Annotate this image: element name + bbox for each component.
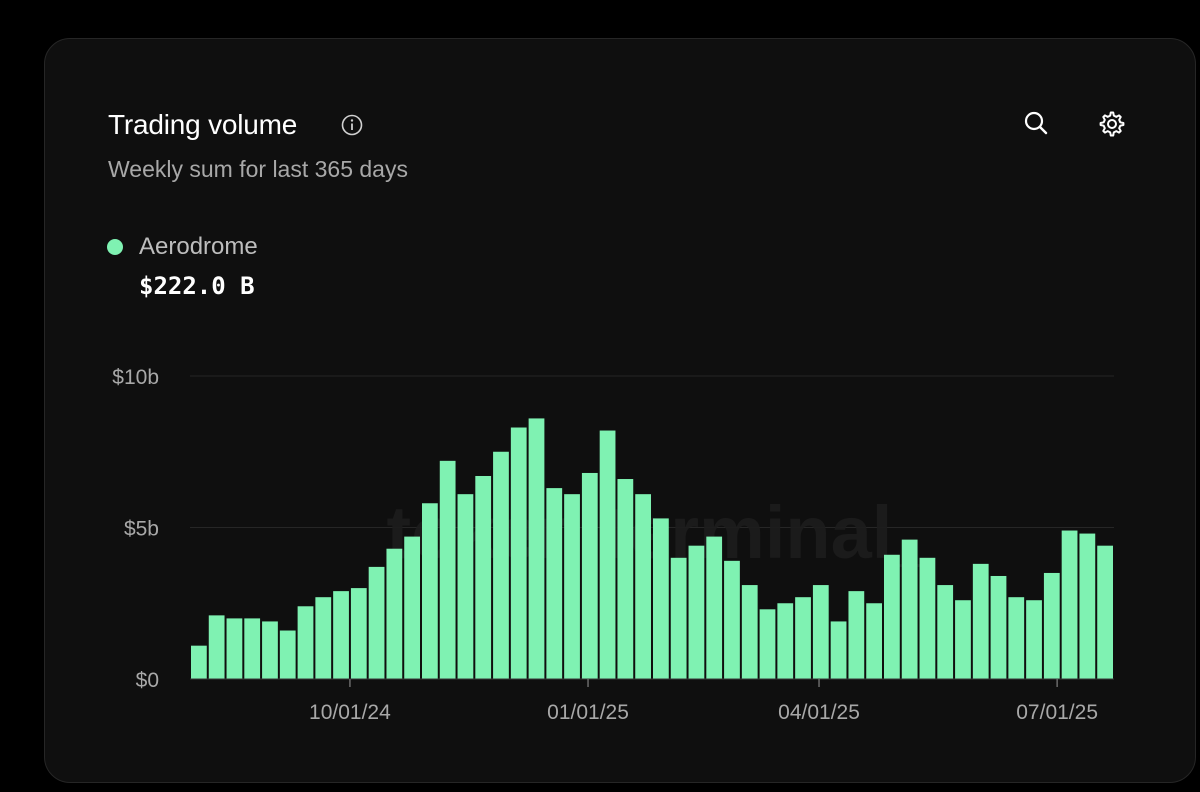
bar[interactable]: [439, 460, 456, 679]
bar[interactable]: [812, 585, 829, 679]
bar[interactable]: [599, 430, 616, 679]
bar[interactable]: [724, 560, 740, 679]
x-tick-label: 10/01/24: [309, 701, 391, 724]
y-tick-label: $5b: [124, 518, 159, 541]
bar[interactable]: [1043, 572, 1060, 679]
bar[interactable]: [759, 609, 776, 679]
bar[interactable]: [528, 418, 545, 679]
bar[interactable]: [617, 479, 634, 679]
bar[interactable]: [884, 554, 900, 679]
bar[interactable]: [777, 603, 794, 679]
bar[interactable]: [475, 475, 492, 679]
bar[interactable]: [1079, 533, 1096, 679]
bar[interactable]: [866, 603, 882, 679]
bar[interactable]: [404, 536, 420, 679]
bar[interactable]: [368, 566, 385, 679]
bar[interactable]: [919, 557, 936, 679]
bar[interactable]: [848, 591, 865, 679]
bar[interactable]: [972, 563, 989, 679]
bar[interactable]: [955, 600, 971, 679]
bar[interactable]: [670, 557, 687, 679]
y-tick-label: $10b: [112, 366, 159, 389]
bar[interactable]: [350, 588, 367, 679]
bar[interactable]: [990, 575, 1007, 679]
bar[interactable]: [546, 488, 563, 679]
bar[interactable]: [1008, 597, 1025, 679]
bar[interactable]: [1061, 530, 1078, 679]
bar[interactable]: [422, 503, 438, 679]
bar[interactable]: [830, 621, 847, 679]
bar[interactable]: [795, 597, 811, 679]
bar[interactable]: [901, 539, 918, 679]
bar[interactable]: [244, 618, 261, 679]
bar[interactable]: [297, 606, 314, 679]
bar[interactable]: [581, 472, 598, 679]
bar[interactable]: [386, 548, 403, 679]
bar[interactable]: [226, 618, 243, 679]
bar[interactable]: [1026, 600, 1042, 679]
bar[interactable]: [937, 585, 954, 679]
x-tick-label: 07/01/25: [1016, 701, 1098, 724]
bar[interactable]: [191, 645, 207, 679]
bar[interactable]: [493, 451, 509, 679]
bar[interactable]: [741, 585, 758, 679]
x-tick-label: 04/01/25: [778, 701, 860, 724]
bar[interactable]: [706, 536, 723, 679]
bar[interactable]: [510, 427, 527, 679]
x-tick-label: 01/01/25: [547, 701, 629, 724]
bar[interactable]: [279, 630, 296, 679]
bar[interactable]: [653, 518, 669, 679]
bar[interactable]: [262, 621, 278, 679]
bar[interactable]: [208, 615, 225, 679]
bar[interactable]: [457, 494, 474, 679]
bar-chart: token terminal_ $0$5b$10b10/01/2401/01/2…: [112, 366, 1114, 724]
bar[interactable]: [564, 494, 580, 679]
y-tick-label: $0: [136, 669, 159, 692]
bar[interactable]: [1097, 545, 1113, 679]
bar[interactable]: [635, 494, 651, 679]
bar[interactable]: [688, 545, 705, 679]
bar[interactable]: [315, 597, 332, 679]
bar[interactable]: [333, 591, 349, 679]
